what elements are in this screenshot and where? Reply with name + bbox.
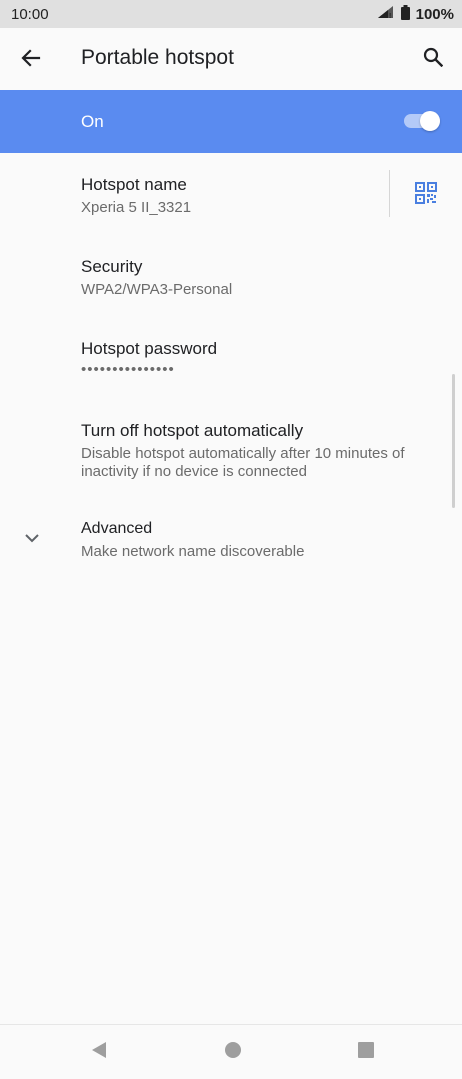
hotspot-name-value: Xperia 5 II_3321: [81, 199, 192, 216]
app-bar: Portable hotspot: [0, 28, 462, 90]
status-indicators: ! 100%: [377, 4, 454, 24]
password-value: •••••••••••••••: [81, 361, 175, 378]
triangle-back-icon: [90, 1041, 108, 1064]
hotspot-name-title: Hotspot name: [81, 175, 187, 194]
password-title: Hotspot password: [81, 339, 218, 358]
page-title: Portable hotspot: [81, 46, 234, 69]
auto-off-title: Turn off hotspot automatically: [81, 421, 304, 440]
hotspot-password-item[interactable]: Hotspot password •••••••••••••••: [0, 317, 462, 399]
advanced-title: Advanced: [81, 520, 153, 537]
search-icon: [423, 47, 444, 72]
security-value: WPA2/WPA3-Personal: [81, 281, 233, 298]
toggle-thumb: [420, 111, 440, 131]
circle-home-icon: [224, 1041, 242, 1064]
battery-icon: [400, 4, 410, 24]
hotspot-toggle[interactable]: [404, 111, 442, 131]
hotspot-master-switch[interactable]: On: [0, 90, 462, 153]
chevron-down-icon: [24, 530, 40, 548]
nav-back-button[interactable]: [86, 1039, 112, 1065]
auto-off-item[interactable]: Turn off hotspot automatically Disable h…: [0, 399, 462, 499]
security-item[interactable]: Security WPA2/WPA3-Personal: [0, 235, 462, 317]
nav-home-button[interactable]: [220, 1039, 246, 1065]
back-button[interactable]: [14, 43, 48, 77]
master-switch-label: On: [81, 112, 104, 131]
arrow-left-icon: [21, 48, 41, 73]
system-navigation-bar: [0, 1024, 462, 1079]
security-title: Security: [81, 257, 143, 276]
qr-code-icon: [415, 181, 437, 209]
advanced-item[interactable]: Advanced Make network name discoverable: [0, 505, 462, 575]
advanced-summary: Make network name discoverable: [81, 543, 305, 560]
square-recents-icon: [357, 1041, 375, 1064]
status-time: 10:00: [11, 5, 49, 23]
hotspot-name-item[interactable]: Hotspot name Xperia 5 II_3321: [0, 153, 462, 235]
nav-recents-button[interactable]: [353, 1039, 379, 1065]
signal-icon: !: [377, 5, 395, 23]
svg-text:!: !: [389, 13, 391, 19]
share-qr-button[interactable]: [408, 177, 444, 213]
scrollbar[interactable]: [452, 374, 455, 508]
auto-off-description-line1: Disable hotspot automatically after 10 m…: [81, 445, 405, 462]
battery-percent: 100%: [415, 5, 454, 23]
expand-advanced-button[interactable]: [20, 527, 44, 551]
vertical-divider: [389, 170, 390, 217]
auto-off-description-line2: inactivity if no device is connected: [81, 463, 307, 480]
search-button[interactable]: [416, 42, 450, 76]
status-bar: 10:00 ! 100%: [0, 0, 462, 28]
